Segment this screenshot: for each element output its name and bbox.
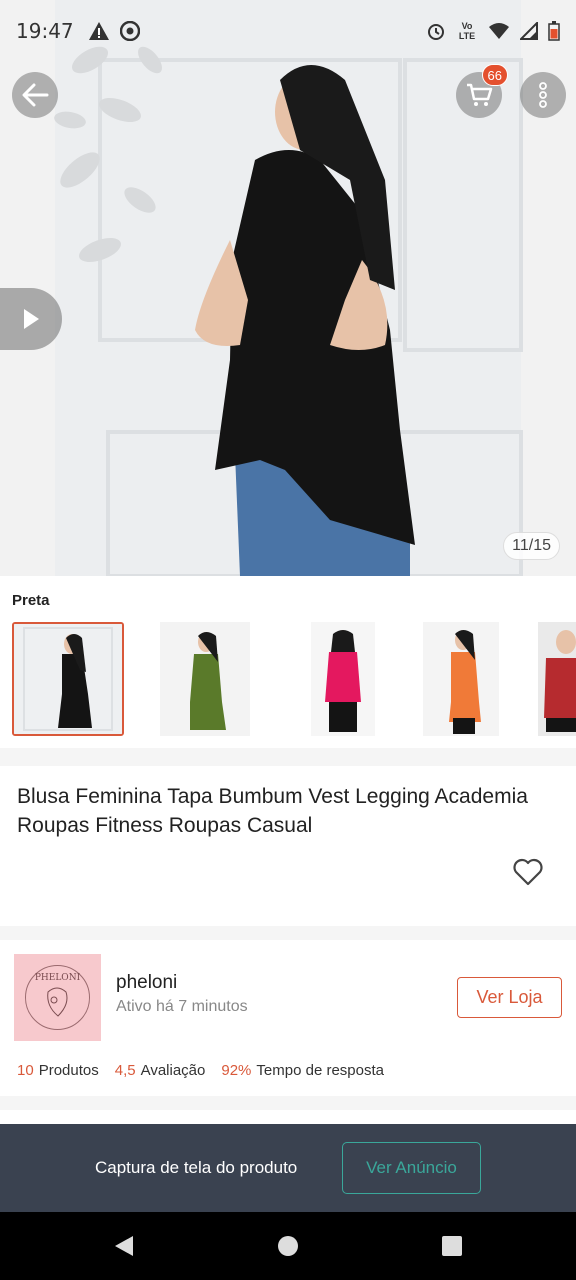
view-store-button[interactable]: Ver Loja: [457, 977, 562, 1018]
image-counter: 11/15: [503, 532, 560, 560]
shop-stat-products: 10 Produtos: [17, 1062, 99, 1079]
cart-button[interactable]: 66: [456, 64, 508, 118]
shop-card: PHELONI pheloni Ativo há 7 minutos Ver L…: [0, 940, 576, 1096]
more-options-button[interactable]: [520, 72, 566, 118]
cart-icon: [467, 83, 493, 106]
volte-icon: Vo LTE: [458, 21, 476, 41]
shop-active-status: Ativo há 7 minutos: [116, 998, 248, 1015]
chrome-icon: [119, 21, 140, 41]
variant-thumb-green[interactable]: [149, 622, 261, 736]
more-vertical-icon: [539, 82, 547, 108]
variant-image: [14, 624, 122, 734]
variant-thumb-pink[interactable]: [287, 622, 399, 736]
product-title-card: Blusa Feminina Tapa Bumbum Vest Legging …: [0, 766, 576, 926]
product-title: Blusa Feminina Tapa Bumbum Vest Legging …: [17, 785, 528, 837]
view-ad-button[interactable]: Ver Anúncio: [342, 1142, 481, 1194]
play-icon: [24, 309, 39, 329]
variant-image: [538, 622, 576, 736]
shop-stats: 10 Produtos 4,5 Avaliação 92% Tempo de resp…: [17, 1062, 384, 1079]
battery-icon: [548, 21, 560, 41]
variant-thumb-black[interactable]: [12, 622, 124, 736]
rating-label: Avaliação: [140, 1062, 206, 1079]
nav-home-button[interactable]: [276, 1234, 300, 1258]
products-count: 10: [17, 1062, 34, 1079]
play-video-button[interactable]: [0, 288, 62, 350]
screenshot-banner: Captura de tela do produto Ver Anúncio: [0, 1124, 576, 1212]
shop-logo-image: PHELONI: [14, 954, 101, 1041]
svg-text:PHELONI: PHELONI: [35, 973, 81, 983]
response-label: Tempo de resposta: [256, 1062, 384, 1079]
variant-image: [160, 622, 250, 736]
shop-stat-rating: 4,5 Avaliação: [115, 1062, 206, 1079]
nav-back-button[interactable]: [112, 1234, 136, 1258]
alarm-icon: [428, 24, 444, 40]
warning-icon: [88, 22, 109, 40]
signal-icon: [520, 22, 538, 40]
heart-icon: [513, 858, 543, 886]
variant-thumb-red[interactable]: [538, 622, 576, 736]
status-bar: 19:47 Vo LTE: [0, 0, 576, 62]
variant-selector: Preta: [0, 576, 576, 748]
response-rate: 92%: [221, 1062, 252, 1079]
arrow-left-icon: [22, 83, 49, 107]
nav-recents-button[interactable]: [440, 1234, 464, 1258]
shop-logo[interactable]: PHELONI: [14, 954, 101, 1041]
variant-thumb-orange[interactable]: [405, 622, 517, 736]
variant-label: Preta: [12, 592, 50, 609]
product-image-gallery[interactable]: 19:47 Vo LTE 66 11/15: [0, 0, 576, 576]
triangle-back-icon: [115, 1236, 133, 1256]
products-label: Produtos: [38, 1062, 99, 1079]
shop-stat-response: 92% Tempo de resposta: [221, 1062, 384, 1079]
favorite-button[interactable]: [512, 858, 544, 891]
variant-image: [423, 622, 499, 736]
banner-text: Captura de tela do produto: [95, 1158, 298, 1177]
variant-image: [311, 622, 375, 736]
circle-home-icon: [278, 1236, 298, 1256]
wifi-icon: [489, 23, 509, 39]
status-time: 19:47: [16, 19, 74, 43]
back-button[interactable]: [12, 72, 58, 118]
system-nav-bar: [0, 1212, 576, 1280]
square-recents-icon: [442, 1236, 462, 1256]
divider: [0, 1110, 576, 1124]
cart-badge: 66: [481, 64, 508, 86]
rating-value: 4,5: [114, 1062, 136, 1079]
shop-name[interactable]: pheloni: [116, 972, 177, 994]
